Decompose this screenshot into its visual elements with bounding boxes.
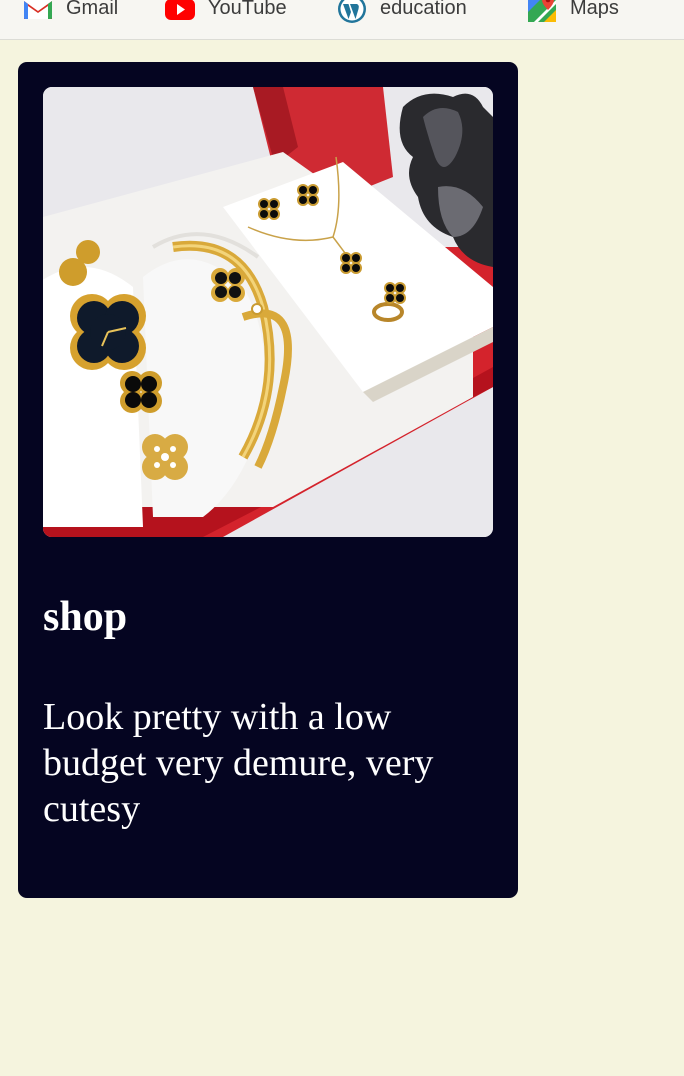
youtube-icon <box>164 0 196 24</box>
bookmarks-bar: Gmail YouTube education Maps <box>0 0 684 40</box>
gmail-icon <box>22 0 54 24</box>
bookmark-label: YouTube <box>208 0 287 19</box>
bookmark-label: Gmail <box>66 0 119 19</box>
bookmark-label: education <box>380 0 467 19</box>
bookmark-maps[interactable]: Maps <box>526 0 619 26</box>
card-description: Look pretty with a low budget very demur… <box>43 696 434 830</box>
card-title: shop <box>43 594 128 640</box>
bookmark-label: Maps <box>570 0 619 19</box>
maps-icon <box>526 0 558 24</box>
bookmark-gmail[interactable]: Gmail <box>22 0 118 26</box>
product-card: shop Look pretty with a low budget very … <box>18 62 518 898</box>
bookmark-education[interactable]: education <box>336 0 467 26</box>
bookmark-youtube[interactable]: YouTube <box>164 0 287 26</box>
wordpress-icon <box>336 0 368 24</box>
jewelry-gift-set-image <box>43 87 493 537</box>
